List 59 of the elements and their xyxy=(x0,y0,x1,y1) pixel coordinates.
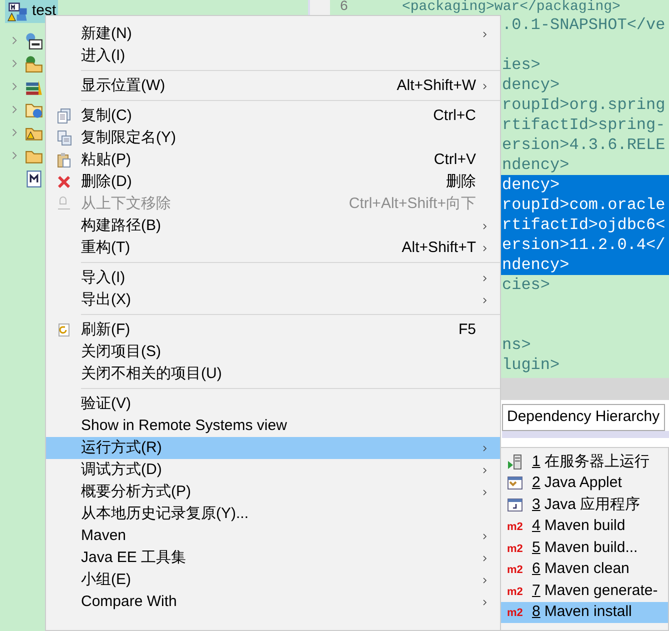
menu-item[interactable]: Maven xyxy=(46,525,500,547)
menu-item[interactable]: 进入(I) xyxy=(46,45,500,67)
menu-item[interactable]: 关闭项目(S) xyxy=(46,341,500,363)
menu-item[interactable]: Java EE 工具集 xyxy=(46,547,500,569)
line-number: 6 xyxy=(338,0,350,15)
code-line: .0.1-SNAPSHOT</ve xyxy=(502,16,666,34)
code-line: lugin> xyxy=(502,356,560,374)
code-line: roupId>org.spring xyxy=(502,96,666,114)
menu-item[interactable]: Show in Remote Systems view xyxy=(46,415,500,437)
submenu-item[interactable]: 2 Java Applet xyxy=(501,472,668,494)
paste-icon xyxy=(56,152,72,168)
maven-icon: m2 xyxy=(507,542,523,554)
code-line: cies> xyxy=(502,276,550,294)
menu-item[interactable]: 粘贴(P) Ctrl+V xyxy=(46,149,500,171)
delete-icon xyxy=(56,174,72,190)
java-app-icon xyxy=(507,496,523,513)
code-line: rtifactId>spring- xyxy=(502,116,666,134)
submenu-item[interactable]: m2 4 Maven build xyxy=(501,516,668,537)
project-icon xyxy=(7,2,29,22)
tree-item[interactable]: test xyxy=(5,0,58,23)
menu-item[interactable]: Compare With xyxy=(46,591,500,613)
code-line: ersion>4.3.6.RELE xyxy=(502,136,666,154)
menu-item[interactable]: 显示位置(W) Alt+Shift+W xyxy=(46,75,500,97)
maven-icon: m2 xyxy=(507,607,523,619)
submenu-item[interactable]: m2 5 Maven build... xyxy=(501,537,668,558)
code-line: <packaging>war</packaging> xyxy=(402,0,620,15)
maven-icon: m2 xyxy=(507,586,523,598)
panel-tab[interactable]: Dependency Hierarchy xyxy=(502,404,665,430)
menu-item[interactable]: 调试方式(D) xyxy=(46,459,500,481)
code-line: ndency> xyxy=(502,156,570,174)
menu-item[interactable]: 小组(E) xyxy=(46,569,500,591)
code-line: dency> xyxy=(502,76,560,94)
menu-item[interactable]: 验证(V) xyxy=(46,393,500,415)
submenu-item[interactable]: 3 Java 应用程序 xyxy=(501,494,668,516)
menu-item[interactable]: 导出(X) xyxy=(46,289,500,311)
menu-item[interactable]: 新建(N) xyxy=(46,23,500,45)
menu-item[interactable]: 复制(C) Ctrl+C xyxy=(46,105,500,127)
submenu-item[interactable]: m2 6 Maven clean xyxy=(501,558,668,580)
server-run-icon xyxy=(507,454,523,470)
code-line: ns> xyxy=(502,336,531,354)
submenu-item[interactable]: m2 8 Maven install xyxy=(501,602,668,623)
applet-icon xyxy=(507,475,523,492)
menu-item[interactable]: 从本地历史记录复原(Y)... xyxy=(46,503,500,525)
menu-item[interactable]: 关闭不相关的项目(U) xyxy=(46,363,500,385)
web-folder-icon xyxy=(25,54,43,72)
menu-item[interactable]: 概要分析方式(P) xyxy=(46,481,500,503)
menu-item[interactable]: 复制限定名(Y) xyxy=(46,127,500,149)
copy-icon xyxy=(56,130,72,146)
code-line: ies> xyxy=(502,56,540,74)
copy-icon xyxy=(56,108,72,124)
refresh-icon xyxy=(56,322,72,338)
submenu-item[interactable]: m2 7 Maven generate- xyxy=(501,580,668,602)
maven-icon: m2 xyxy=(507,521,523,533)
maven-file-icon xyxy=(25,170,43,188)
submenu-item[interactable]: 1 在服务器上运行 xyxy=(501,451,668,472)
remove-icon xyxy=(56,196,72,212)
maven-icon: m2 xyxy=(507,564,523,576)
menu-item[interactable]: 刷新(F) F5 xyxy=(46,319,500,341)
menu-item[interactable]: 运行方式(R) xyxy=(46,437,500,459)
